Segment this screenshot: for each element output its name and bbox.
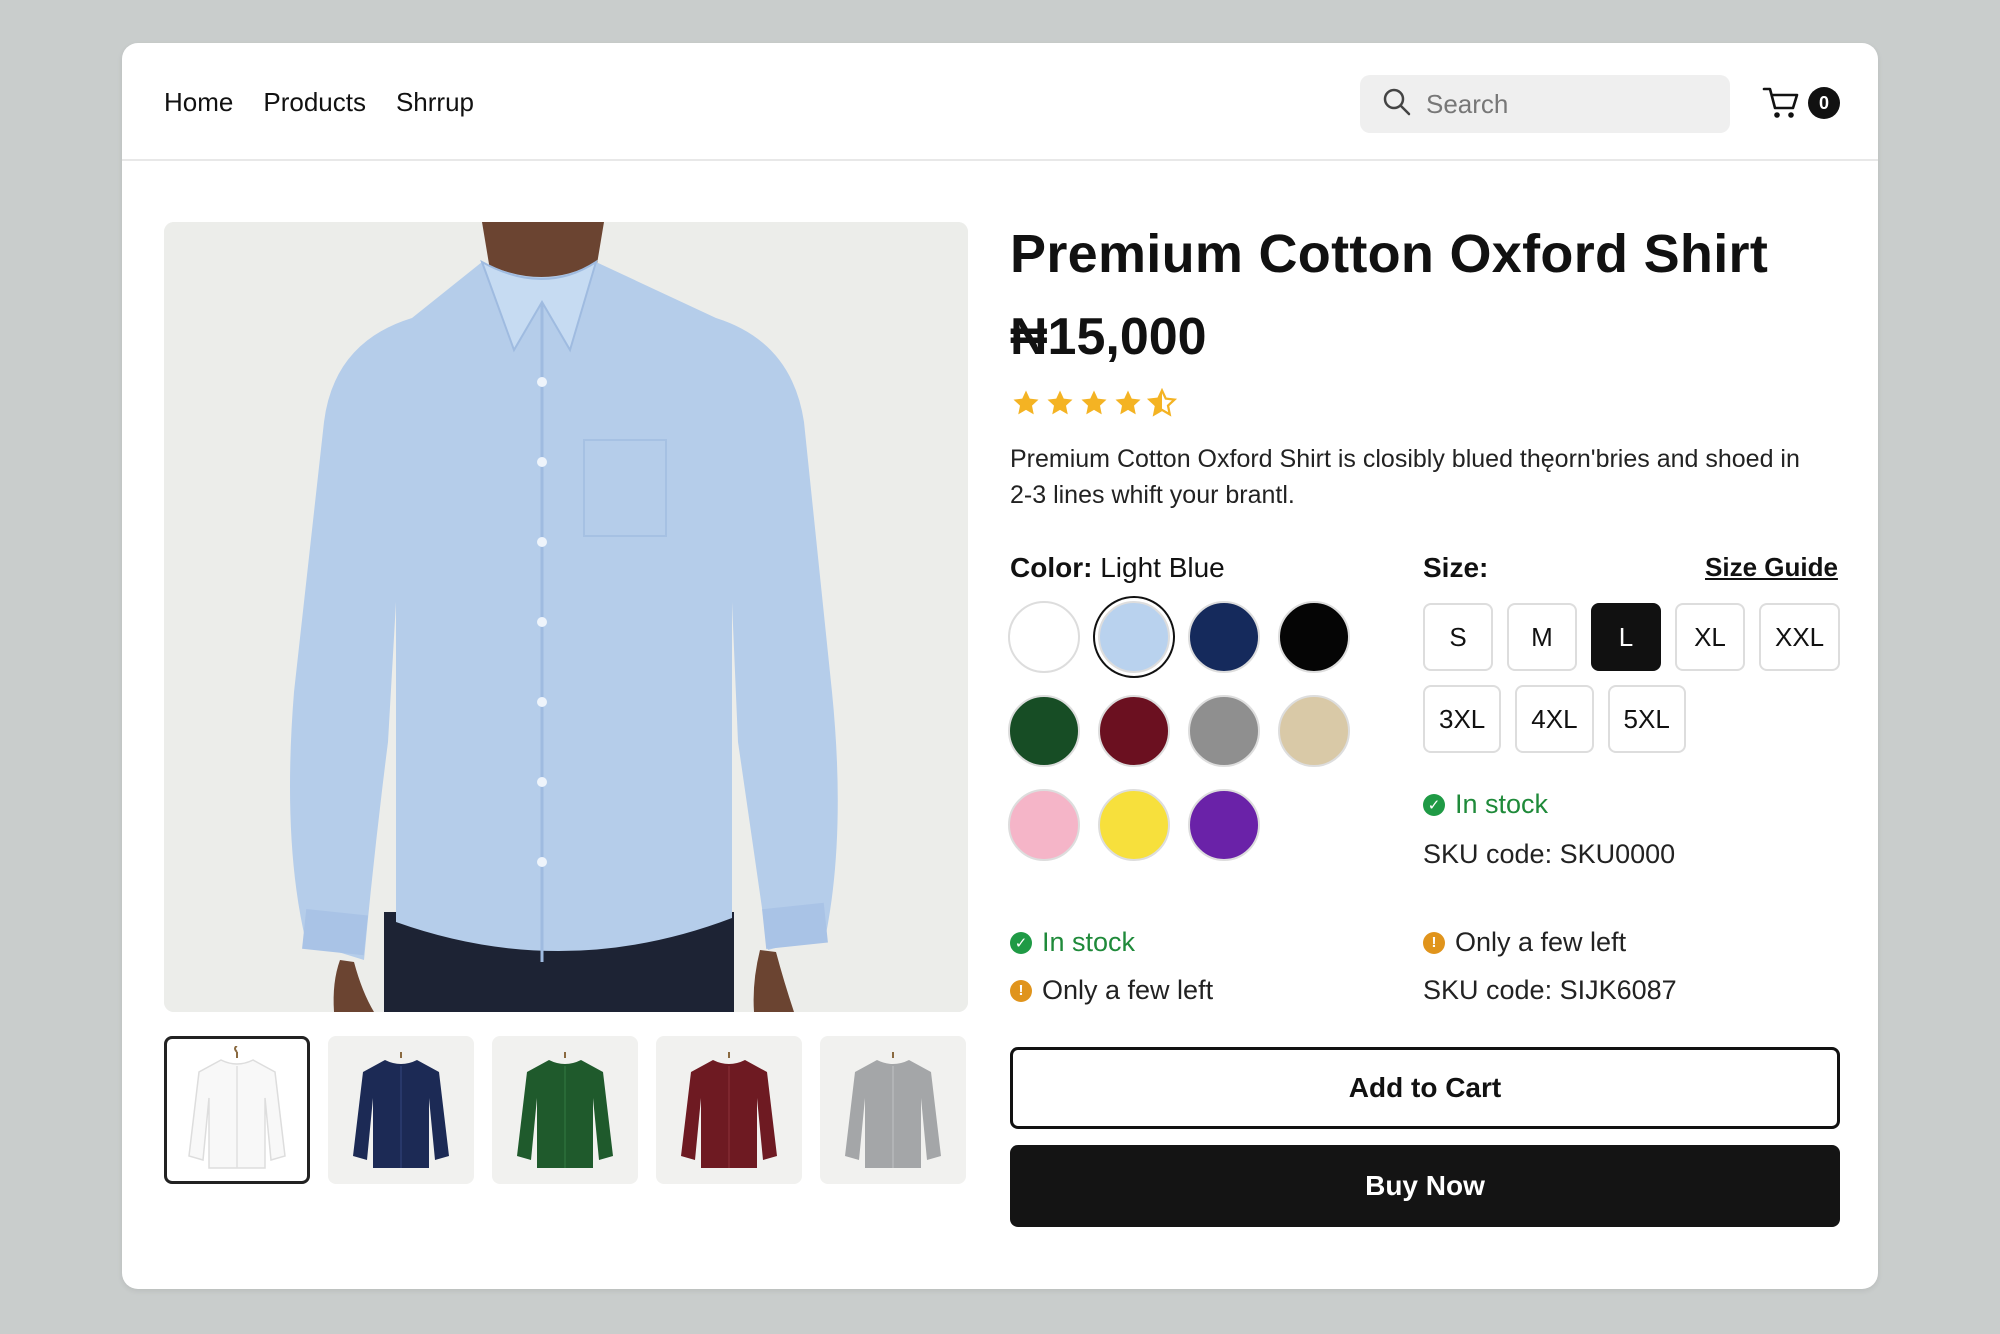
shirt-model-image <box>164 222 968 1012</box>
color-swatch-black[interactable] <box>1278 601 1350 673</box>
low-stock-status-color: ! Only a few left <box>1010 975 1213 1006</box>
size-label: Size: <box>1423 552 1489 583</box>
thumbnail-green[interactable] <box>492 1036 638 1184</box>
selected-color-name: Light Blue <box>1100 552 1225 583</box>
product-card: Home Products Shrrup 0 <box>122 43 1878 1289</box>
sku-code-secondary: SKU code: SIJK6087 <box>1423 975 1677 1005</box>
star-icon <box>1013 390 1039 415</box>
thumbnail-white[interactable] <box>164 1036 310 1184</box>
size-option-xl[interactable]: XL <box>1675 603 1745 671</box>
buy-now-button[interactable]: Buy Now <box>1010 1145 1840 1227</box>
color-swatch-gray[interactable] <box>1188 695 1260 767</box>
size-guide-link[interactable]: Size Guide <box>1705 552 1838 583</box>
nav-links: Home Products Shrrup <box>164 87 474 118</box>
in-stock-status-color: ✓ In stock <box>1010 927 1135 958</box>
rating-stars <box>1010 388 1178 418</box>
size-option-3xl[interactable]: 3XL <box>1423 685 1502 753</box>
alert-icon: ! <box>1010 979 1032 1002</box>
cart-icon <box>1762 87 1802 127</box>
product-main-image <box>164 222 968 1012</box>
in-stock-status: ✓ In stock <box>1423 789 1548 820</box>
star-icon <box>1081 390 1107 415</box>
color-swatch-navy[interactable] <box>1188 601 1260 673</box>
size-option-s[interactable]: S <box>1423 603 1493 671</box>
product-price: ₦15,000 <box>1010 308 1207 366</box>
color-swatch-yellow[interactable] <box>1098 789 1170 861</box>
color-swatch-beige[interactable] <box>1278 695 1350 767</box>
color-swatch-pink[interactable] <box>1008 789 1080 861</box>
size-option-xxl[interactable]: XXL <box>1759 603 1841 671</box>
color-swatch-light-blue[interactable] <box>1098 601 1170 673</box>
star-icon <box>1115 390 1141 415</box>
color-swatch-dark-green[interactable] <box>1008 695 1080 767</box>
color-label-key: Color: <box>1010 552 1093 583</box>
search-input[interactable] <box>1426 88 1716 120</box>
size-option-l[interactable]: L <box>1591 603 1661 671</box>
in-stock-text: In stock <box>1042 927 1136 957</box>
half-star-icon <box>1146 388 1178 417</box>
size-options: S M L XL XXL 3XL 4XL 5XL <box>1423 603 1843 753</box>
check-icon: ✓ <box>1010 931 1032 954</box>
color-label: Color: Light Blue <box>1010 552 1225 584</box>
size-option-5xl[interactable]: 5XL <box>1607 685 1686 753</box>
size-option-m[interactable]: M <box>1507 603 1577 671</box>
low-stock-text: Only a few left <box>1455 927 1627 957</box>
product-title: Premium Cotton Oxford Shirt <box>1010 224 1769 284</box>
sku-code: SKU code: SKU0000 <box>1423 839 1676 869</box>
alert-icon: ! <box>1423 931 1445 954</box>
check-icon: ✓ <box>1423 793 1445 816</box>
thumbnail-burgundy[interactable] <box>656 1036 802 1184</box>
thumbnail-gray[interactable] <box>820 1036 966 1184</box>
color-swatch-white[interactable] <box>1008 601 1080 673</box>
nav-home-link[interactable]: Home <box>164 87 233 118</box>
cart-button[interactable]: 0 <box>1762 83 1842 127</box>
product-description: Premium Cotton Oxford Shirt is closibly … <box>1010 445 1800 509</box>
color-swatch-purple[interactable] <box>1188 789 1260 861</box>
nav-products-link[interactable]: Products <box>263 87 366 118</box>
search-box[interactable] <box>1360 75 1730 133</box>
thumbnail-navy[interactable] <box>328 1036 474 1184</box>
color-swatches <box>1008 601 1388 861</box>
low-stock-text: Only a few left <box>1042 975 1214 1005</box>
size-option-4xl[interactable]: 4XL <box>1515 685 1594 753</box>
top-nav: Home Products Shrrup 0 <box>122 43 1878 161</box>
add-to-cart-button[interactable]: Add to Cart <box>1010 1047 1840 1129</box>
thumbnail-strip <box>164 1036 966 1184</box>
low-stock-status: ! Only a few left <box>1423 927 1626 958</box>
color-swatch-burgundy[interactable] <box>1098 695 1170 767</box>
nav-shrrup-link[interactable]: Shrrup <box>396 87 474 118</box>
in-stock-text: In stock <box>1455 789 1549 819</box>
cart-count-badge: 0 <box>1808 87 1840 119</box>
star-icon <box>1047 390 1073 415</box>
search-icon <box>1382 87 1412 122</box>
